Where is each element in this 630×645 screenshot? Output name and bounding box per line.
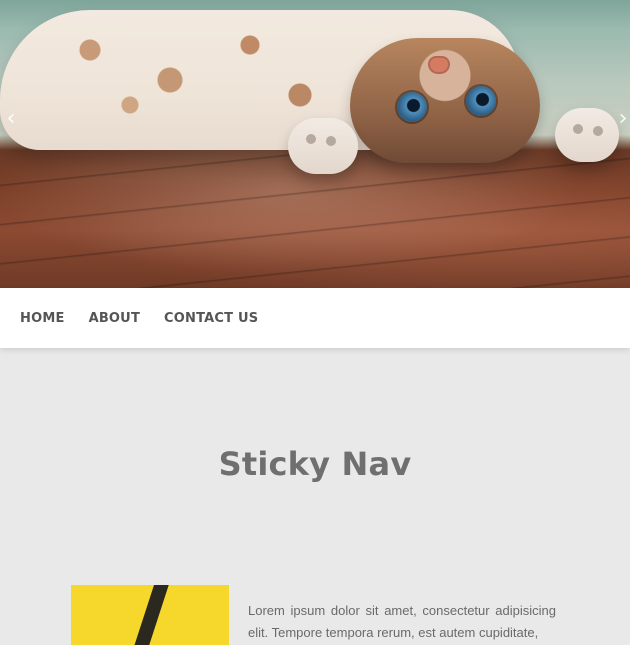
- cat-nose: [428, 56, 450, 74]
- nav-link-contact-us[interactable]: CONTACT US: [164, 311, 258, 326]
- hero-carousel: ‹ ›: [0, 0, 630, 288]
- nav-link-home[interactable]: HOME: [20, 311, 65, 326]
- page-title: Sticky Nav: [218, 445, 412, 484]
- nav-links: HOME ABOUT CONTACT US: [0, 311, 258, 326]
- chevron-left-icon: ‹: [6, 106, 16, 131]
- cat-paw-left: [288, 118, 358, 174]
- body-paragraph: Lorem ipsum dolor sit amet, consectetur …: [248, 603, 556, 640]
- cat-eye-right: [466, 86, 496, 116]
- cat-paw-right: [555, 108, 619, 162]
- chevron-right-icon: ›: [618, 106, 628, 131]
- content-section: Lorem ipsum dolor sit amet, consectetur …: [0, 585, 630, 645]
- cat-eye-left: [397, 92, 427, 122]
- carousel-next-button[interactable]: ›: [612, 108, 630, 130]
- sticky-navbar: HOME ABOUT CONTACT US: [0, 288, 630, 348]
- nav-link-about[interactable]: ABOUT: [89, 311, 140, 326]
- carousel-prev-button[interactable]: ‹: [0, 108, 22, 130]
- feature-image: [71, 585, 229, 645]
